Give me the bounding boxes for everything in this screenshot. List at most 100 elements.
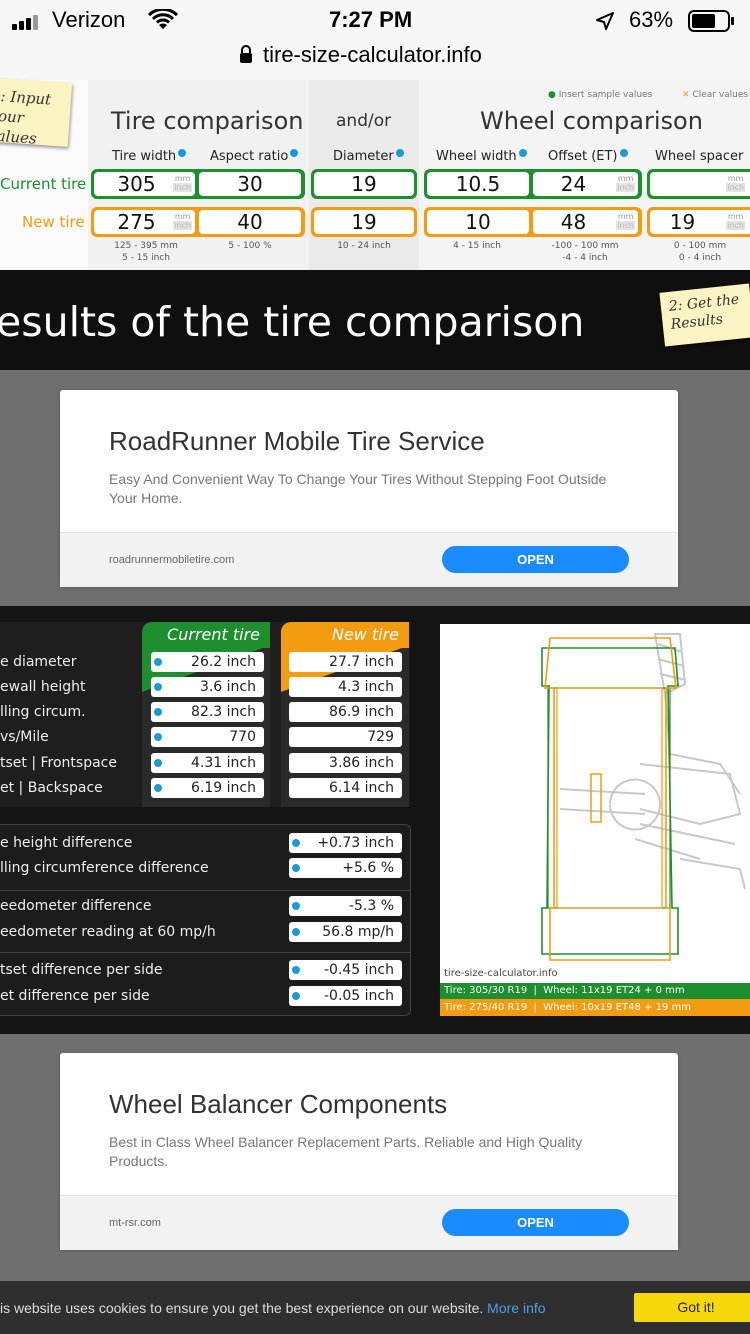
unit-mm: mm	[174, 212, 191, 221]
carrier-name: Verizon	[52, 7, 126, 32]
unit-inch: inch	[616, 221, 635, 230]
new-aspect-ratio-input[interactable]: 40	[199, 210, 301, 234]
unit-toggle[interactable]: mm inch	[616, 174, 635, 192]
info-icon[interactable]	[154, 759, 162, 767]
ad-domain: roadrunnermobiletire.com	[109, 554, 235, 566]
value-text: 6.19 inch	[191, 780, 256, 796]
ad-card-wheel-balancer[interactable]: Wheel Balancer Components Best in Class …	[60, 1053, 678, 1250]
info-icon[interactable]	[154, 708, 162, 716]
wifi-icon	[147, 7, 179, 35]
unit-toggle[interactable]: mm inch	[726, 174, 745, 192]
unit-toggle[interactable]: mm inch	[173, 174, 192, 192]
diff-value: -0.45 inch	[289, 960, 402, 980]
unit-mm: mm	[617, 212, 634, 221]
new-tire-width-input[interactable]: 275 mm inch	[94, 210, 195, 234]
battery-percent: 63%	[629, 7, 674, 32]
current-value: 770	[151, 727, 264, 747]
info-icon[interactable]	[154, 658, 162, 666]
info-icon[interactable]	[292, 839, 300, 847]
clear-values-link[interactable]: ✕ Clear values	[682, 90, 748, 100]
current-diameter-input[interactable]: 19	[314, 172, 414, 196]
more-info-link[interactable]: More info	[487, 1300, 545, 1316]
insert-sample-link[interactable]: ● Insert sample values	[548, 90, 652, 100]
help-icon[interactable]	[290, 149, 299, 157]
url-text[interactable]: tire-size-calculator.info	[263, 42, 482, 68]
fitment-drawing	[541, 633, 746, 961]
diff-label: lling circumference difference	[0, 860, 209, 876]
ad-domain: mt-rsr.com	[109, 1217, 161, 1229]
ad-open-button[interactable]: OPEN	[442, 546, 629, 573]
new-wheel-outline	[556, 687, 663, 909]
unit-toggle[interactable]: mm inch	[726, 212, 745, 230]
current-aspect-ratio-input[interactable]: 30	[199, 172, 301, 196]
unit-mm: mm	[174, 174, 191, 183]
unit-toggle[interactable]: mm inch	[173, 212, 192, 230]
ad-title[interactable]: RoadRunner Mobile Tire Service	[109, 426, 485, 457]
value-text: 26.2 inch	[191, 654, 256, 670]
range-line: 5 - 15 inch	[122, 253, 170, 263]
new-diameter-input[interactable]: 19	[314, 210, 414, 234]
ad-title[interactable]: Wheel Balancer Components	[109, 1089, 447, 1120]
unit-mm: mm	[617, 174, 634, 183]
wheel-width-label: Wheel width	[436, 149, 527, 164]
info-icon[interactable]	[292, 864, 300, 872]
offset-label-text: Offset (ET)	[548, 149, 618, 164]
current-value: 4.31 inch	[151, 753, 264, 773]
current-spacer-input[interactable]: mm inch	[650, 172, 750, 196]
new-value: 86.9 inch	[289, 702, 402, 722]
help-icon[interactable]	[518, 149, 527, 157]
unit-toggle[interactable]: mm inch	[616, 212, 635, 230]
info-icon[interactable]	[292, 966, 300, 974]
insert-sample-label: Insert sample values	[558, 90, 653, 100]
info-icon[interactable]	[292, 928, 300, 936]
unit-mm: mm	[727, 212, 744, 221]
offset-label: Offset (ET)	[548, 149, 628, 164]
tire-width-label: Tire width	[112, 149, 187, 164]
current-value: 82.3 inch	[151, 702, 264, 722]
new-offset-input[interactable]: 48 mm inch	[533, 210, 638, 234]
current-wheel-width-input[interactable]: 10.5	[427, 172, 529, 196]
info-icon[interactable]	[292, 992, 300, 1000]
ad-card-roadrunner[interactable]: RoadRunner Mobile Tire Service Easy And …	[60, 390, 678, 587]
wheel-fitment-diagram: tire-size-calculator.info Tire: 305/30 R…	[440, 624, 750, 1016]
new-spacer-input[interactable]: 19 mm inch	[650, 210, 750, 234]
diff-value: 56.8 mp/h	[289, 922, 402, 942]
diff-label: tset difference per side	[0, 962, 163, 978]
new-diameter-group: 19	[311, 207, 417, 237]
unit-inch: inch	[173, 183, 192, 192]
current-offset-input[interactable]: 24 mm inch	[533, 172, 638, 196]
info-icon[interactable]	[154, 733, 162, 741]
info-icon[interactable]	[154, 784, 162, 792]
help-icon[interactable]	[178, 149, 187, 157]
got-it-button[interactable]: Got it!	[634, 1293, 750, 1322]
status-bar: Verizon 7:27 PM 63%	[0, 0, 750, 40]
cookie-message: is website uses cookies to ensure you ge…	[0, 1300, 546, 1316]
help-icon[interactable]	[395, 149, 404, 157]
unit-inch: inch	[726, 221, 745, 230]
value-text: -0.05 inch	[323, 988, 394, 1004]
results-header: esults of the tire comparison 2: Get the…	[0, 270, 750, 370]
diff-label: eedometer reading at 60 mp/h	[0, 924, 216, 940]
info-icon[interactable]	[154, 683, 162, 691]
current-tire-width-input[interactable]: 305 mm inch	[94, 172, 195, 196]
current-tire-row-label: Current tire	[0, 175, 87, 193]
diff-label: e height difference	[0, 835, 133, 851]
aspect-ratio-label-text: Aspect ratio	[210, 149, 289, 164]
row-label: tset | Frontspace	[0, 755, 117, 771]
aspect-ratio-label: Aspect ratio	[210, 149, 299, 164]
address-bar[interactable]: tire-size-calculator.info	[0, 40, 750, 81]
diff-label: eedometer difference	[0, 898, 152, 914]
info-icon[interactable]	[292, 902, 300, 910]
new-value: 6.14 inch	[289, 778, 402, 798]
ad-open-button[interactable]: OPEN	[442, 1209, 629, 1236]
unit-inch: inch	[726, 183, 745, 192]
new-wheel-width-input[interactable]: 10	[427, 210, 529, 234]
cookie-banner: is website uses cookies to ensure you ge…	[0, 1281, 750, 1334]
results-title: esults of the tire comparison	[0, 298, 585, 346]
new-spacer-value: 19	[669, 210, 696, 234]
help-icon[interactable]	[619, 149, 628, 157]
current-offset-value: 24	[560, 172, 587, 196]
value-text: 3.6 inch	[199, 679, 256, 695]
lock-icon	[239, 44, 253, 68]
value-text: 56.8 mp/h	[322, 924, 394, 940]
